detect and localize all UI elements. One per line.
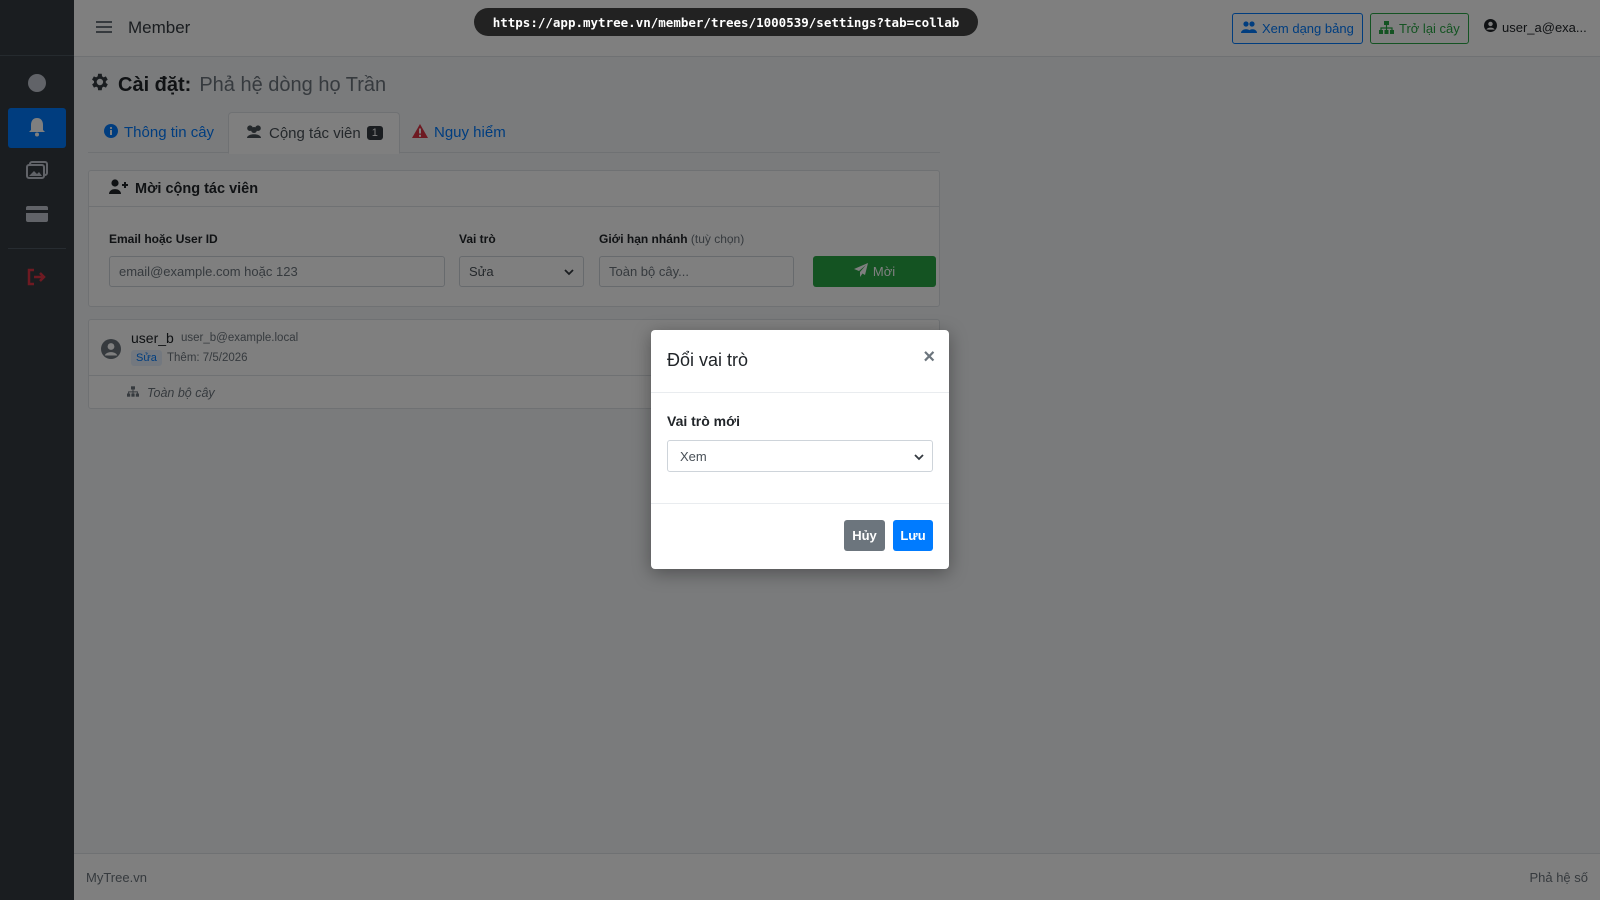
modal-footer: Hủy Lưu (651, 504, 949, 568)
save-button[interactable]: Lưu (893, 520, 933, 551)
cancel-button[interactable]: Hủy (844, 520, 885, 551)
modal-title: Đổi vai trò (667, 350, 749, 370)
chevron-down-icon (914, 449, 924, 464)
url-bar: https://app.mytree.vn/member/trees/10005… (474, 8, 978, 36)
modal-header: Đổi vai trò × (651, 330, 949, 393)
new-role-select-value: Xem (680, 448, 707, 464)
change-role-modal: Đổi vai trò × Vai trò mới Xem Hủy Lưu (651, 330, 949, 569)
modal-body: Vai trò mới Xem (651, 393, 949, 504)
close-icon[interactable]: × (923, 346, 935, 369)
new-role-label: Vai trò mới (667, 413, 740, 429)
new-role-select[interactable]: Xem (667, 440, 933, 472)
